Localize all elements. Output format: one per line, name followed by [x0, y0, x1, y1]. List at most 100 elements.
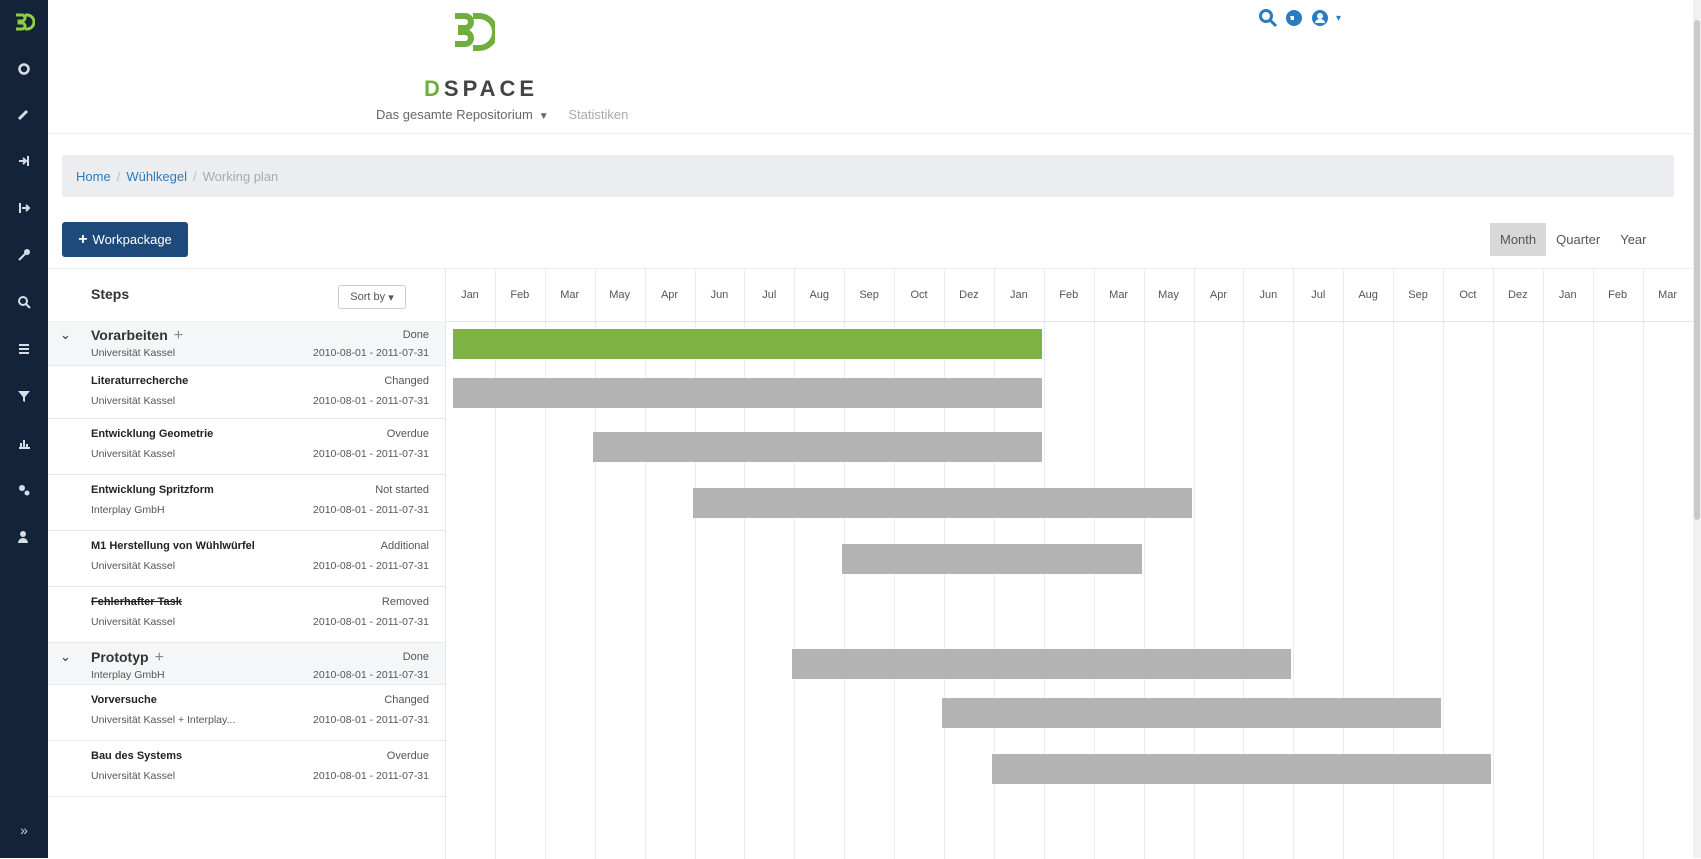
month-label: Feb [510, 289, 530, 301]
step-row[interactable]: Vorversuche Changed Universität Kassel + I… [48, 685, 445, 741]
step-row[interactable]: Bau des Systems Overdue Universität Kassel… [48, 741, 445, 797]
month-label: Sep [859, 289, 879, 301]
gantt-bar[interactable] [453, 377, 1042, 408]
logout-icon[interactable] [0, 196, 48, 220]
step-name: Prototyp + [91, 649, 164, 666]
gantt-bar[interactable] [453, 328, 1042, 359]
step-status: Overdue [386, 428, 429, 440]
grid-line [1592, 269, 1594, 859]
step-group-row[interactable]: ⌄ Vorarbeiten + Done Universität Kassel 2010-… [48, 321, 445, 366]
view-quarter-button[interactable]: Quarter [1546, 223, 1610, 256]
chevron-down-icon: ▾ [388, 291, 394, 304]
step-status: Done [402, 329, 429, 341]
gantt-bar[interactable] [792, 649, 1292, 679]
steps-title: Steps [91, 286, 130, 302]
nav-statistics[interactable]: Statistiken [568, 107, 628, 122]
step-name: Entwicklung Geometrie [91, 428, 214, 440]
month-label: Oct [1459, 289, 1477, 301]
step-row[interactable]: Literaturrecherche Changed Universität Kas… [48, 366, 445, 419]
step-group-row[interactable]: ⌄ Prototyp + Done Interplay GmbH 2010-08-01 -… [48, 643, 445, 685]
breadcrumb-current: Working plan [202, 168, 279, 184]
month-label: Jan [1009, 289, 1028, 301]
chart-icon[interactable] [0, 431, 48, 455]
month-label: Dez [1508, 289, 1528, 301]
user-icon[interactable] [0, 525, 48, 549]
timeline-months: Jan Feb Mar May Apr Jun Jul Aug Sep Oct Dez Jan Feb M… [445, 269, 1693, 322]
add-workpackage-button[interactable]: + Workpackage [62, 222, 188, 257]
user-icon[interactable] [1310, 8, 1330, 28]
sidebar: » [0, 0, 48, 858]
step-row[interactable]: Entwicklung Geometrie Overdue Universität … [48, 419, 445, 475]
month-label: Sep [1408, 289, 1428, 301]
steps-panel: Steps Sort by ▾ ⌄ Vorarbeiten + Done Univers… [48, 269, 446, 859]
step-name: Literaturrecherche [91, 375, 189, 387]
view-toggle: Month Quarter Year [1490, 223, 1657, 256]
step-row[interactable]: Fehlerhafter Task Removed Universität Kass… [48, 587, 445, 643]
month-label: May [609, 289, 631, 301]
sort-by-label: Sort by [350, 291, 386, 303]
month-label: Aug [1358, 289, 1378, 301]
gantt-bar[interactable] [942, 698, 1442, 728]
step-row[interactable]: Entwicklung Spritzform Not started Interpl… [48, 475, 445, 531]
step-organization: Universität Kassel [91, 347, 176, 359]
month-label: Apr [1209, 289, 1227, 301]
breadcrumb-parent[interactable]: Wühlkegel [126, 169, 187, 184]
chevron-down-icon[interactable]: ⌄ [60, 649, 71, 665]
month-label: Dez [959, 289, 979, 301]
view-year-button[interactable]: Year [1610, 223, 1656, 256]
key-icon[interactable] [0, 243, 48, 267]
search-icon[interactable] [0, 290, 48, 314]
chevron-down-icon[interactable]: ▾ [1336, 13, 1341, 24]
step-name: Vorarbeiten + [91, 327, 184, 344]
add-step-icon[interactable]: + [174, 327, 183, 344]
step-name: Entwicklung Spritzform [91, 484, 214, 496]
pencil-icon[interactable] [0, 102, 48, 126]
month-label: Feb [1059, 289, 1079, 301]
step-status: Overdue [386, 750, 429, 762]
month-label: May [1158, 289, 1179, 301]
step-organization: Universität Kassel [91, 448, 176, 460]
scrollbar-thumb[interactable] [1694, 20, 1700, 520]
add-step-icon[interactable]: + [155, 649, 164, 666]
sort-by-dropdown[interactable]: Sort by ▾ [338, 285, 406, 309]
list-icon[interactable] [0, 337, 48, 361]
step-organization: Universität Kassel [91, 616, 176, 628]
dspace-logo-icon [455, 13, 495, 51]
step-name: Bau des Systems [91, 750, 183, 762]
month-label: Aug [809, 289, 830, 301]
step-row[interactable]: M1 Herstellung von Wühlwürfel Additional U… [48, 531, 445, 587]
filter-icon[interactable] [0, 384, 48, 408]
gantt-bar[interactable] [991, 754, 1491, 784]
month-label: Mar [560, 289, 580, 301]
step-dates: 2010-08-01 - 2011-07-31 [313, 347, 429, 359]
logo-text: DSPACE [424, 76, 539, 101]
gantt-bar[interactable] [692, 488, 1192, 518]
step-dates: 2010-08-01 - 2011-07-31 [313, 504, 429, 516]
step-status: Done [402, 651, 429, 663]
step-organization: Universität Kassel [91, 395, 176, 407]
gantt-bar[interactable] [592, 432, 1042, 462]
search-icon[interactable] [1258, 8, 1278, 28]
step-status: Removed [381, 596, 429, 608]
settings-icon[interactable] [0, 478, 48, 502]
chevron-down-icon[interactable]: ⌄ [60, 327, 71, 343]
nav-repository[interactable]: Das gesamte Repositorium [376, 107, 533, 122]
view-month-button[interactable]: Month [1490, 223, 1547, 256]
month-label: Mar [1658, 289, 1678, 301]
step-name: M1 Herstellung von Wühlwürfel [91, 540, 255, 552]
dspace-logo-icon[interactable] [0, 0, 48, 44]
sidebar-expand-button[interactable]: » [0, 822, 48, 838]
add-workpackage-label: Workpackage [92, 232, 172, 247]
gear-icon[interactable] [0, 57, 48, 81]
plus-icon: + [78, 230, 88, 248]
header-actions: ▾ [1258, 8, 1341, 28]
step-dates: 2010-08-01 - 2011-07-31 [313, 560, 429, 572]
globe-icon[interactable] [1284, 8, 1304, 28]
breadcrumb: Home / Wühlkegel / Working plan [62, 155, 1674, 197]
step-status: Changed [384, 375, 429, 387]
grid-line [1542, 269, 1544, 859]
gantt-bar[interactable] [842, 544, 1142, 574]
breadcrumb-home[interactable]: Home [76, 169, 111, 184]
login-icon[interactable] [0, 149, 48, 173]
month-label: Jan [1558, 289, 1577, 301]
